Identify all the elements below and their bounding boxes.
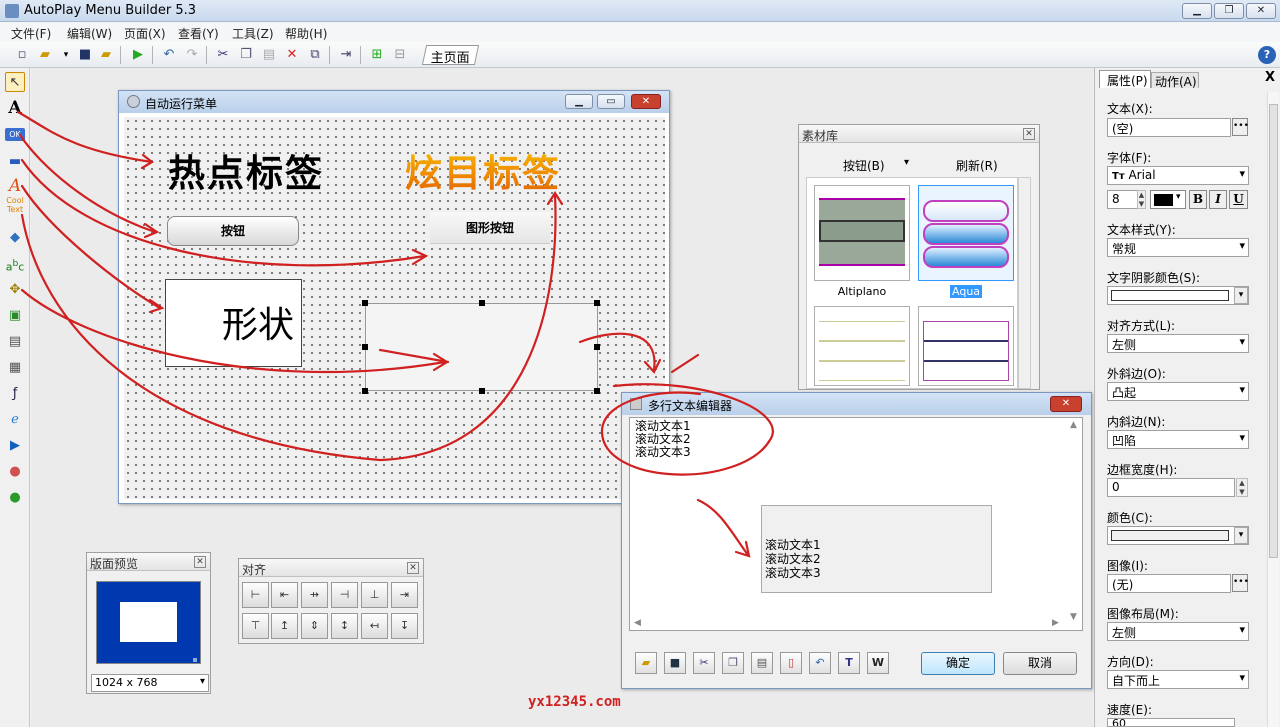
prop-speed-input[interactable]: 60 bbox=[1107, 718, 1235, 727]
annotation-arrow-8 bbox=[578, 332, 656, 372]
annotation-arrow-1 bbox=[16, 110, 154, 164]
prop-direction-select[interactable]: 自下而上 bbox=[1107, 670, 1249, 689]
image-ellipsis-button[interactable]: ••• bbox=[1232, 574, 1249, 592]
chevron-down-icon[interactable]: ▾ bbox=[1234, 287, 1248, 304]
annotation-circle bbox=[600, 383, 774, 476]
prop-inner-bevel-label: 内斜边(N): bbox=[1107, 415, 1166, 429]
prop-image-layout-select[interactable]: 左侧 bbox=[1107, 622, 1249, 641]
annotation-arrow-6 bbox=[20, 193, 557, 462]
prop-color-label: 颜色(C): bbox=[1107, 511, 1153, 525]
shadow-color-swatch bbox=[1111, 290, 1229, 301]
annotation-arrow-10 bbox=[696, 498, 750, 557]
prop-outer-bevel-select[interactable]: 凸起 bbox=[1107, 382, 1249, 401]
border-width-spinner[interactable]: ▲ ▼ bbox=[1236, 478, 1248, 497]
prop-text-style-select[interactable]: 常规 bbox=[1107, 238, 1249, 257]
italic-button[interactable]: I bbox=[1209, 190, 1227, 209]
annotation-arrow-4 bbox=[20, 184, 162, 310]
font-color-swatch bbox=[1154, 194, 1173, 206]
color-swatch bbox=[1111, 530, 1229, 541]
annotation-arrowhead bbox=[643, 358, 662, 374]
prop-inner-bevel-select[interactable]: 凹陷 bbox=[1107, 430, 1249, 449]
prop-font-value: Arial bbox=[1128, 168, 1156, 182]
prop-color-select[interactable] bbox=[1107, 526, 1249, 545]
prop-image-input[interactable]: (无) bbox=[1107, 574, 1231, 593]
prop-image-label: 图像(I): bbox=[1107, 559, 1148, 573]
prop-shadow-color-select[interactable] bbox=[1107, 286, 1249, 305]
font-size-spinner[interactable]: ▲ ▼ bbox=[1137, 190, 1146, 209]
chevron-down-icon[interactable]: ▾ bbox=[1234, 527, 1248, 544]
prop-align-label: 对齐方式(L): bbox=[1107, 319, 1176, 333]
chevron-down-icon: ▾ bbox=[1176, 192, 1181, 202]
annotation-arrow-3 bbox=[20, 158, 427, 267]
truetype-icon: Tт bbox=[1112, 171, 1125, 182]
watermark: yx12345.com bbox=[528, 694, 621, 710]
prop-outer-bevel-label: 外斜边(O): bbox=[1107, 367, 1166, 381]
prop-text-input[interactable]: (空) bbox=[1107, 118, 1231, 137]
annotation-arrow-5 bbox=[20, 288, 447, 374]
prop-border-width-label: 边框宽度(H): bbox=[1107, 463, 1178, 477]
prop-speed-label: 速度(E): bbox=[1107, 703, 1152, 717]
properties-scrollbar[interactable] bbox=[1267, 92, 1279, 727]
prop-shadow-color-label: 文字阴影颜色(S): bbox=[1107, 271, 1201, 285]
annotation-arrows bbox=[16, 110, 774, 558]
underline-button[interactable]: U bbox=[1229, 190, 1248, 209]
font-color-select[interactable]: ▾ bbox=[1150, 190, 1186, 209]
prop-border-width-input[interactable]: 0 bbox=[1107, 478, 1235, 497]
text-ellipsis-button[interactable]: ••• bbox=[1232, 118, 1249, 136]
bold-button[interactable]: B bbox=[1189, 190, 1207, 209]
prop-font-label: 字体(F): bbox=[1107, 151, 1152, 165]
properties-close-icon[interactable]: X bbox=[1265, 70, 1275, 85]
prop-text-style-label: 文本样式(Y): bbox=[1107, 223, 1176, 237]
tab-actions[interactable]: 动作(A) bbox=[1151, 72, 1199, 89]
prop-text-label: 文本(X): bbox=[1107, 102, 1153, 116]
properties-scroll-thumb[interactable] bbox=[1269, 104, 1278, 558]
prop-direction-label: 方向(D): bbox=[1107, 655, 1154, 669]
tab-properties[interactable]: 属性(P) bbox=[1099, 70, 1151, 88]
prop-align-select[interactable]: 左侧 bbox=[1107, 334, 1249, 353]
prop-font-select[interactable]: Tт Arial bbox=[1107, 166, 1249, 185]
annotation-arrow-9 bbox=[670, 353, 700, 374]
prop-image-layout-label: 图像布局(M): bbox=[1107, 607, 1179, 621]
